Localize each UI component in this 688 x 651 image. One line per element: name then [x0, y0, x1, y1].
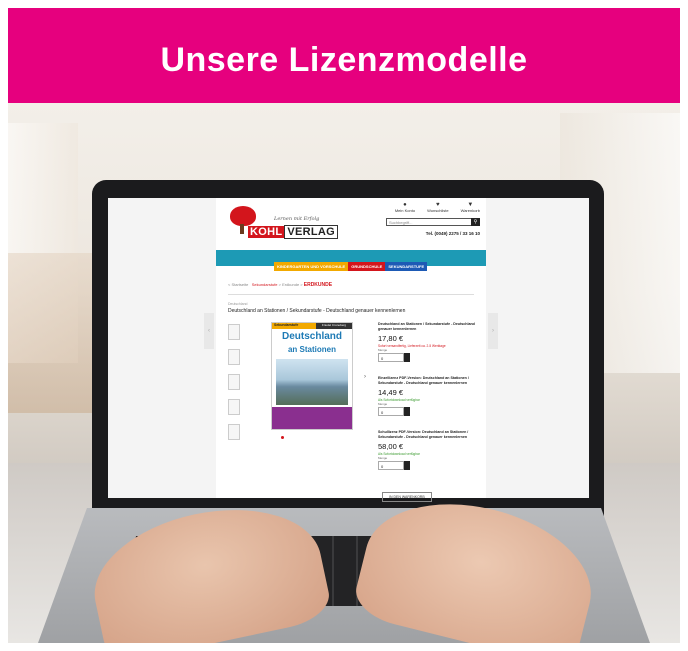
title-banner: Unsere Lizenzmodelle [8, 8, 680, 103]
chevron-down-icon[interactable] [404, 353, 410, 362]
website-page: Lernen mit Erfolg KOHL VERLAG ● Mein Konto… [216, 198, 486, 498]
search-input[interactable]: Suchbegriff... ⚲ [386, 218, 480, 226]
price: 14,49 € [378, 388, 404, 397]
tab-sekundarstufe[interactable]: SEKUNDARSTUFE [385, 262, 428, 271]
thumbnail[interactable] [228, 374, 240, 390]
quantity-select[interactable]: 0 [378, 407, 404, 416]
photo-frame: Unsere Lizenzmodelle ‹ › Lernen mit Erfo… [8, 8, 680, 643]
cover-author: Friedel Croneberg [316, 323, 352, 329]
option-single-license: Einzellizenz PDF-Version: Deutschland an… [378, 376, 478, 416]
cart-link[interactable]: ▼ Warenkorb [461, 202, 480, 213]
breadcrumb: < Startseite Sekundarstufe > Erdkunde > … [228, 282, 333, 288]
carousel-next-button[interactable]: › [488, 313, 498, 349]
chevron-down-icon[interactable] [404, 407, 410, 416]
chevron-down-icon[interactable] [404, 461, 410, 470]
breadcrumb-level1[interactable]: Sekundarstufe [252, 282, 278, 287]
image-indicator-dot[interactable] [281, 436, 284, 439]
purchase-options: Deutschland an Stationen / Sekundarstufe… [378, 322, 478, 484]
breadcrumb-home[interactable]: Startseite [231, 282, 248, 287]
carousel-prev-button[interactable]: ‹ [204, 313, 214, 349]
breadcrumb-current: ERDKUNDE [303, 282, 333, 288]
cover-footer [272, 407, 352, 429]
product-category: Deutschland [228, 302, 248, 306]
option-printed: Deutschland an Stationen / Sekundarstufe… [378, 322, 478, 362]
thumbnail[interactable] [228, 424, 240, 440]
tab-grundschule[interactable]: GRUNDSCHULE [348, 262, 386, 271]
thumbnail[interactable] [228, 399, 240, 415]
quantity-select[interactable]: 0 [378, 461, 404, 470]
category-tabs: KINDERGARTEN UND VORSCHULE GRUNDSCHULE S… [274, 262, 428, 271]
divider [228, 294, 474, 295]
thumbnail[interactable] [228, 349, 240, 365]
cover-photo [276, 359, 348, 405]
wishlist-link[interactable]: ♥ Wunschliste [427, 202, 449, 213]
price: 58,00 € [378, 442, 404, 451]
kohl-verlag-logo[interactable]: Lernen mit Erfolg KOHL VERLAG [226, 206, 339, 246]
cover-title-2: an Stationen [287, 345, 336, 354]
logo-wordmark: KOHL VERLAG [248, 225, 339, 239]
account-link[interactable]: ● Mein Konto [395, 202, 415, 213]
price: 17,80 € [378, 334, 404, 343]
banner-title: Unsere Lizenzmodelle [160, 41, 528, 79]
tab-kindergarten[interactable]: KINDERGARTEN UND VORSCHULE [274, 262, 349, 271]
logo-tagline: Lernen mit Erfolg [274, 216, 320, 222]
thumbnail-list [228, 324, 242, 449]
wooden-shelf [8, 253, 98, 413]
cover-title-1: Deutschland [281, 331, 342, 342]
laptop-screen: ‹ › Lernen mit Erfolg KOHL VERLAG ● Mein K… [108, 198, 589, 498]
product-title: Deutschland an Stationen / Sekundarstufe… [228, 308, 406, 314]
book-cover-image[interactable]: Sekundarstufe Friedel Croneberg Deutschl… [271, 322, 353, 430]
account-icons: ● Mein Konto ♥ Wunschliste ▼ Warenkorb [395, 202, 480, 213]
breadcrumb-level2[interactable]: Erdkunde [282, 282, 299, 287]
search-icon[interactable]: ⚲ [471, 218, 480, 226]
option-school-license: Schullizenz PDF-Version: Deutschland an … [378, 430, 478, 470]
phone-number: Tel. (0049) 2275 / 33 16 10 [425, 231, 480, 236]
next-image-chevron-icon[interactable]: › [364, 374, 366, 380]
tree-logo-icon [230, 206, 256, 226]
quantity-select[interactable]: 0 [378, 353, 404, 362]
thumbnail[interactable] [228, 324, 240, 340]
